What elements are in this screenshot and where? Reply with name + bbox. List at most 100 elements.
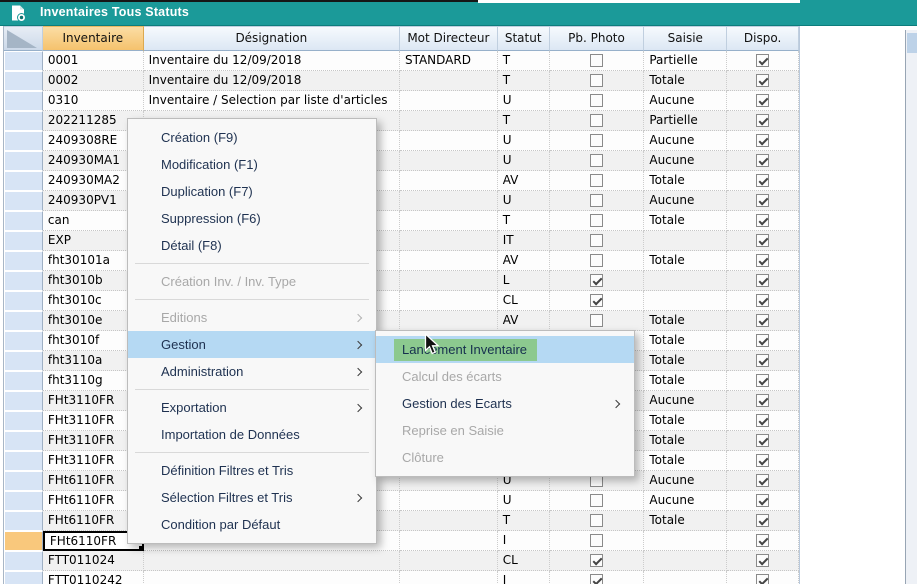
cell-mot-directeur[interactable] — [400, 211, 498, 231]
cell-saisie[interactable] — [644, 271, 727, 291]
dispo-checkbox[interactable] — [756, 94, 769, 107]
row-selector[interactable] — [4, 491, 43, 511]
cell-statut[interactable]: U — [498, 151, 550, 171]
cell-saisie[interactable]: Partielle — [644, 51, 727, 71]
context-menu-item[interactable]: Suppression (F6) — [128, 205, 376, 232]
context-menu-item[interactable]: Importation de Données — [128, 421, 376, 448]
cell-statut[interactable]: U — [498, 91, 550, 111]
pb-photo-checkbox[interactable] — [590, 574, 603, 584]
cell-statut[interactable]: I — [498, 571, 550, 584]
cell-designation[interactable] — [144, 571, 400, 584]
row-selector[interactable] — [4, 471, 43, 491]
table-row[interactable]: FTT011024CL — [4, 551, 799, 571]
row-selector[interactable] — [4, 391, 43, 411]
table-row[interactable]: 0002Inventaire du 12/09/2018TTotale — [4, 71, 799, 91]
cell-designation[interactable]: Inventaire du 12/09/2018 — [144, 51, 400, 71]
row-selector[interactable] — [4, 451, 43, 471]
dispo-checkbox[interactable] — [756, 114, 769, 127]
cell-statut[interactable]: IT — [498, 231, 550, 251]
cell-saisie[interactable]: Aucune — [644, 471, 727, 491]
cell-saisie[interactable]: Aucune — [644, 191, 727, 211]
pb-photo-checkbox[interactable] — [590, 174, 603, 187]
cell-statut[interactable]: U — [498, 491, 550, 511]
row-selector[interactable] — [4, 171, 43, 191]
cell-statut[interactable]: AV — [498, 311, 550, 331]
cell-saisie[interactable] — [644, 571, 727, 584]
context-menu-item[interactable]: Gestion — [128, 331, 376, 358]
context-menu-item[interactable]: Condition par Défaut — [128, 511, 376, 538]
cell-statut[interactable]: T — [498, 111, 550, 131]
cell-designation[interactable]: Inventaire / Selection par liste d'artic… — [144, 91, 400, 111]
table-row[interactable]: fht3010eAVTotale — [4, 311, 799, 331]
cell-saisie[interactable]: Partielle — [644, 111, 727, 131]
cell-inventaire[interactable]: 0001 — [43, 51, 144, 71]
cell-saisie[interactable]: Totale — [644, 211, 727, 231]
context-menu-item[interactable]: Détail (F8) — [128, 232, 376, 259]
context-menu-item[interactable]: Editions — [128, 304, 376, 331]
context-menu-item[interactable]: Modification (F1) — [128, 151, 376, 178]
table-row[interactable]: FTT0110242I — [4, 571, 799, 584]
row-selector[interactable] — [4, 151, 43, 171]
cell-saisie[interactable]: Totale — [644, 71, 727, 91]
row-selector[interactable] — [4, 291, 43, 311]
context-menu-item[interactable]: Duplication (F7) — [128, 178, 376, 205]
pb-photo-checkbox[interactable] — [590, 134, 603, 147]
row-selector[interactable] — [4, 71, 43, 91]
column-header-designation[interactable]: Désignation — [144, 26, 400, 51]
pb-photo-checkbox[interactable] — [590, 154, 603, 167]
row-selector[interactable] — [4, 131, 43, 151]
cell-saisie[interactable]: Aucune — [644, 491, 727, 511]
cell-saisie[interactable] — [644, 231, 727, 251]
cell-mot-directeur[interactable] — [400, 71, 498, 91]
cell-mot-directeur[interactable] — [400, 231, 498, 251]
select-all-corner[interactable] — [4, 26, 43, 51]
table-row[interactable]: 0310Inventaire / Selection par liste d'a… — [4, 91, 799, 111]
cell-saisie[interactable]: Totale — [644, 251, 727, 271]
row-selector[interactable] — [4, 411, 43, 431]
dispo-checkbox[interactable] — [756, 234, 769, 247]
submenu-item[interactable]: Gestion des Ecarts — [376, 390, 634, 417]
table-row[interactable]: FHt6110FRTTotale — [4, 511, 799, 531]
table-row[interactable]: fht30101aAVTotale — [4, 251, 799, 271]
cell-saisie[interactable] — [644, 291, 727, 311]
table-row[interactable]: FHt6110FRUAucune — [4, 491, 799, 511]
dispo-checkbox[interactable] — [756, 514, 769, 527]
table-row[interactable]: 240930MA2AVTotale — [4, 171, 799, 191]
row-selector[interactable] — [4, 331, 43, 351]
cell-saisie[interactable]: Totale — [644, 331, 727, 351]
cell-statut[interactable]: CL — [498, 291, 550, 311]
row-selector[interactable] — [4, 371, 43, 391]
table-row[interactable]: 240930PV1UAucune — [4, 191, 799, 211]
pb-photo-checkbox[interactable] — [590, 514, 603, 527]
cell-designation[interactable] — [144, 551, 400, 571]
cell-mot-directeur[interactable] — [400, 91, 498, 111]
pb-photo-checkbox[interactable] — [590, 54, 603, 67]
cell-inventaire[interactable]: 0002 — [43, 71, 144, 91]
cell-designation[interactable]: Inventaire du 12/09/2018 — [144, 71, 400, 91]
cell-saisie[interactable]: Totale — [644, 351, 727, 371]
cell-saisie[interactable]: Totale — [644, 171, 727, 191]
table-row[interactable]: 202211285TPartielle — [4, 111, 799, 131]
cell-statut[interactable]: CL — [498, 551, 550, 571]
column-header-saisie[interactable]: Saisie — [644, 26, 727, 51]
cell-mot-directeur[interactable] — [400, 251, 498, 271]
dispo-checkbox[interactable] — [756, 354, 769, 367]
pb-photo-checkbox[interactable] — [590, 254, 603, 267]
submenu-item[interactable]: Clôture — [376, 444, 634, 471]
cell-mot-directeur[interactable] — [400, 511, 498, 531]
row-selector[interactable] — [4, 91, 43, 111]
row-selector[interactable] — [4, 311, 43, 331]
cell-statut[interactable]: U — [498, 191, 550, 211]
pb-photo-checkbox[interactable] — [590, 274, 603, 287]
row-selector[interactable] — [4, 351, 43, 371]
row-selector[interactable] — [4, 231, 43, 251]
scrollbar-track[interactable] — [906, 30, 917, 584]
cell-statut[interactable]: T — [498, 511, 550, 531]
dispo-checkbox[interactable] — [756, 554, 769, 567]
dispo-checkbox[interactable] — [756, 414, 769, 427]
scrollbar-thumb[interactable] — [907, 33, 917, 53]
column-header-statut[interactable]: Statut — [498, 26, 550, 51]
dispo-checkbox[interactable] — [756, 194, 769, 207]
pb-photo-checkbox[interactable] — [590, 494, 603, 507]
cell-saisie[interactable]: Aucune — [644, 391, 727, 411]
